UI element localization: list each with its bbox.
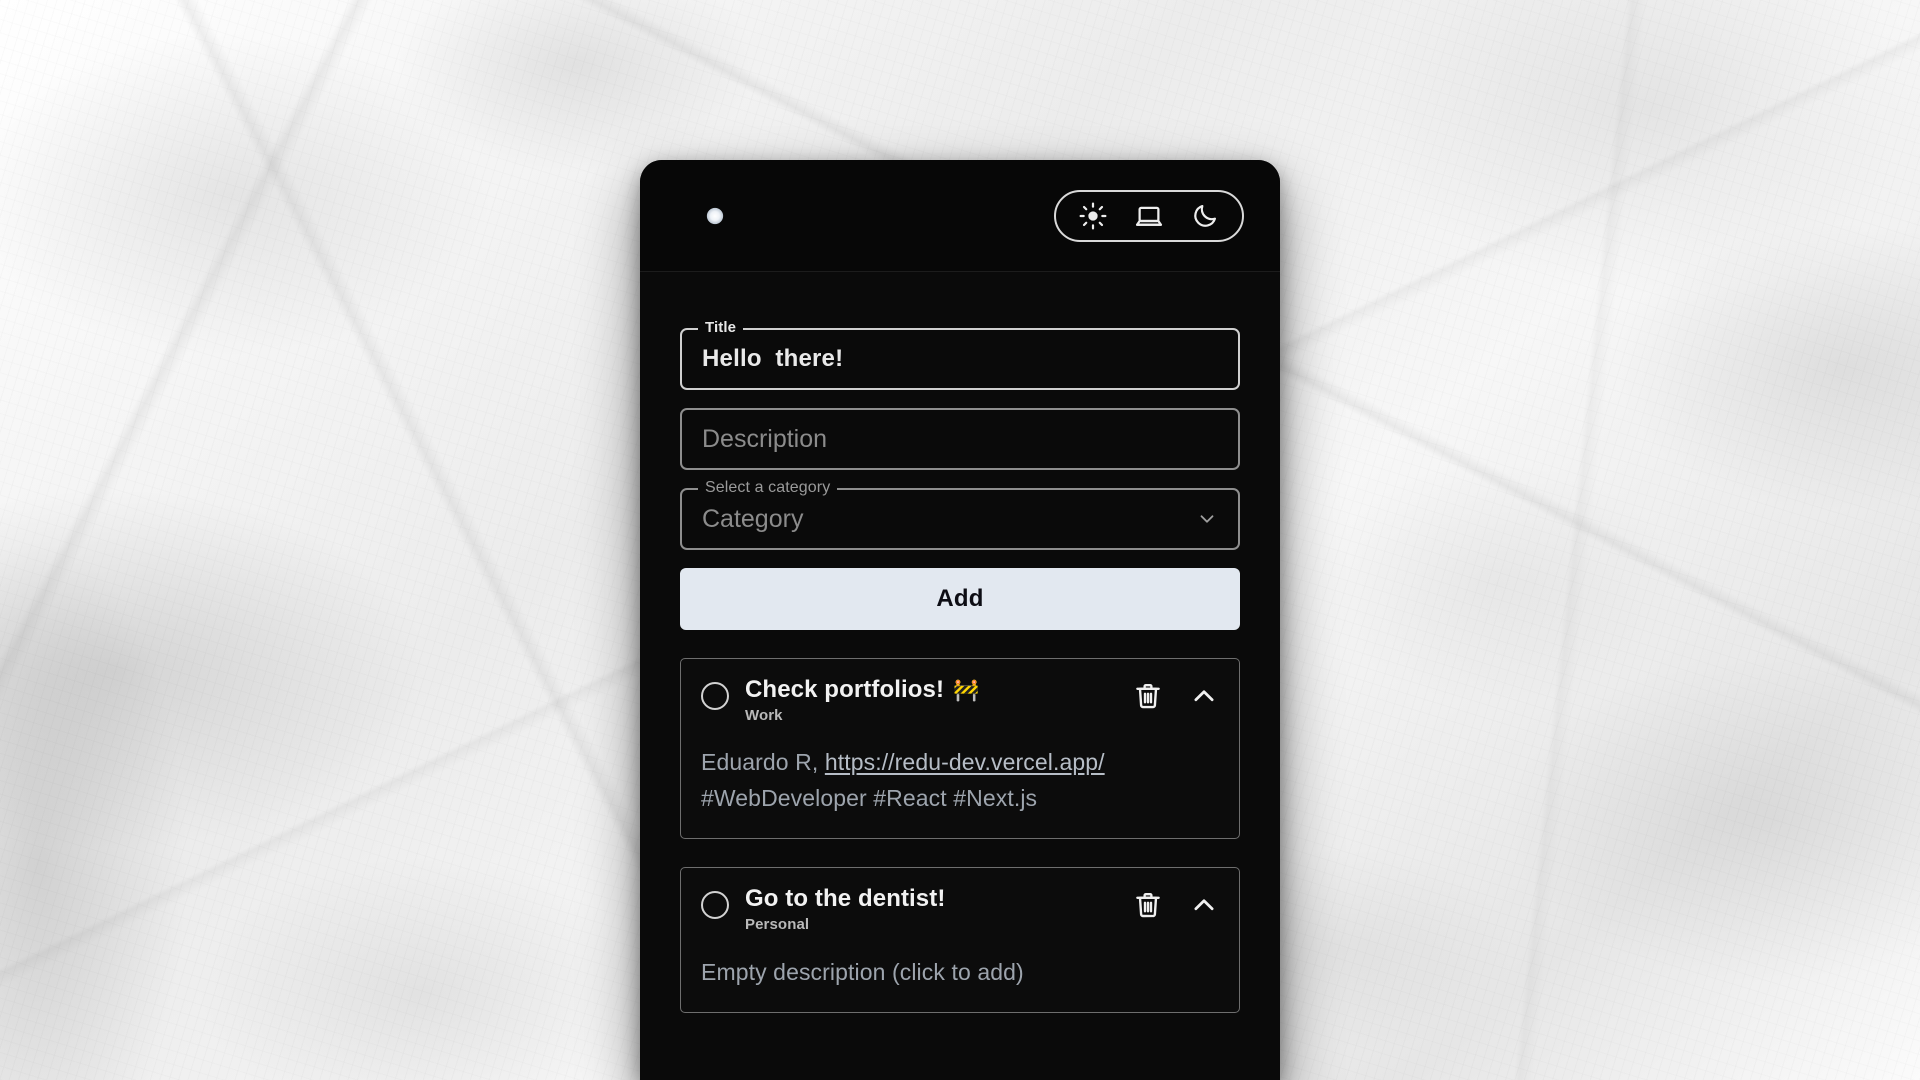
delete-task-button[interactable] — [1133, 890, 1163, 920]
task-actions — [1133, 681, 1219, 711]
task-actions — [1133, 890, 1219, 920]
task-description[interactable]: Eduardo R, https://redu-dev.vercel.app/ — [701, 746, 1219, 779]
theme-dark-button[interactable] — [1190, 201, 1220, 231]
theme-toggle-group[interactable] — [1054, 189, 1244, 242]
moon-icon — [1194, 204, 1217, 227]
task-category: Work — [745, 706, 783, 724]
task-complete-checkbox[interactable] — [701, 682, 729, 710]
chevron-up-icon — [1194, 899, 1214, 911]
laptop-icon — [1136, 206, 1162, 226]
sun-icon — [1079, 202, 1107, 229]
task-empty-description[interactable]: Empty description (click to add) — [701, 959, 1219, 986]
task-list: Check portfolios! 🚧 Work Eduardo R, http… — [680, 658, 1240, 1014]
task-tags: #WebDeveloper #React #Next.js — [701, 785, 1038, 812]
trash-icon — [1136, 683, 1160, 709]
category-field-legend: Select a category — [698, 480, 838, 496]
task-card-header: Go to the dentist! Personal — [701, 885, 1219, 934]
construction-emoji: 🚧 — [953, 678, 980, 702]
add-button[interactable]: Add — [680, 568, 1240, 630]
delete-task-button[interactable] — [1133, 681, 1163, 711]
task-title-row: Go to the dentist! — [745, 885, 1117, 913]
title-field[interactable]: Title Hello there! — [680, 320, 1240, 390]
app-header — [640, 160, 1280, 272]
task-complete-checkbox[interactable] — [701, 891, 729, 920]
task-title: Check portfolios! — [745, 676, 945, 703]
app-body: Title Hello there! Description Select a … — [640, 272, 1280, 1080]
app-panel: Title Hello there! Description Select a … — [640, 160, 1280, 1080]
task-title: Go to the dentist! — [745, 885, 946, 913]
task-heading-group: Check portfolios! 🚧 Work — [745, 676, 1117, 724]
starburst-logo — [681, 182, 749, 249]
task-description-text: Eduardo R, — [701, 748, 825, 775]
category-field[interactable]: Select a category Category — [680, 480, 1240, 550]
description-input-placeholder[interactable]: Description — [702, 425, 827, 454]
theme-light-button[interactable] — [1078, 201, 1108, 231]
task-title-row: Check portfolios! 🚧 — [745, 676, 1117, 704]
description-field[interactable]: Description — [680, 408, 1240, 470]
trash-icon — [1136, 893, 1160, 918]
task-card-header: Check portfolios! 🚧 Work — [701, 676, 1219, 724]
task-description-link[interactable]: https://redu-dev.vercel.app/ — [825, 749, 1105, 775]
task-category: Personal — [745, 916, 810, 934]
title-field-legend: Title — [698, 320, 744, 335]
collapse-task-button[interactable] — [1189, 681, 1219, 711]
task-card[interactable]: Go to the dentist! Personal Empty descri… — [680, 867, 1240, 1014]
chevron-down-icon — [1196, 508, 1218, 530]
chevron-up-icon — [1194, 690, 1214, 702]
task-heading-group: Go to the dentist! Personal — [745, 885, 1117, 934]
theme-system-button[interactable] — [1134, 201, 1164, 231]
task-card[interactable]: Check portfolios! 🚧 Work Eduardo R, http… — [680, 658, 1240, 840]
collapse-task-button[interactable] — [1189, 890, 1219, 920]
title-input-value[interactable]: Hello there! — [702, 345, 843, 373]
category-select-value[interactable]: Category — [702, 505, 803, 534]
